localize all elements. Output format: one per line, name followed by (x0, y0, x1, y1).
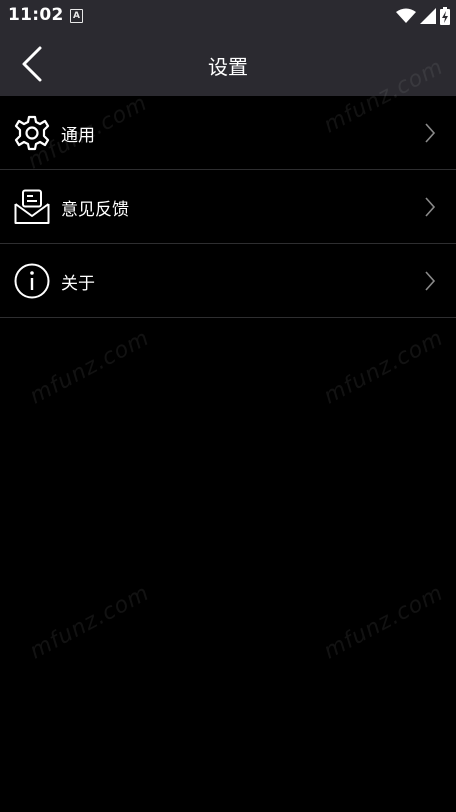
feedback-mail-icon (14, 189, 50, 224)
watermark: mfunz.com (25, 580, 154, 665)
gear-icon (14, 115, 50, 151)
settings-item-feedback[interactable]: 意见反馈 (0, 170, 456, 244)
settings-item-label: 关于 (61, 274, 95, 294)
watermark: mfunz.com (25, 325, 154, 410)
chevron-right-icon (425, 123, 436, 143)
signal-icon (420, 8, 436, 24)
watermark: mfunz.com (319, 325, 448, 410)
status-time: 11:02 (8, 5, 64, 25)
watermark: mfunz.com (319, 580, 448, 665)
settings-item-label: 意见反馈 (61, 200, 129, 220)
app-bar: 设置 (0, 32, 456, 96)
battery-charging-icon (440, 7, 450, 25)
info-icon (14, 263, 50, 299)
wifi-icon (396, 8, 416, 23)
settings-item-general[interactable]: 通用 (0, 96, 456, 170)
settings-item-label: 通用 (61, 126, 95, 146)
chevron-right-icon (425, 197, 436, 217)
status-icons (396, 6, 450, 26)
settings-item-about[interactable]: 关于 (0, 244, 456, 318)
settings-list: 通用 意见反馈 关于 (0, 96, 456, 318)
status-bar: 11:02 A (0, 0, 456, 32)
page-title: 设置 (208, 55, 248, 79)
chevron-right-icon (425, 271, 436, 291)
notification-a-icon: A (70, 9, 83, 23)
